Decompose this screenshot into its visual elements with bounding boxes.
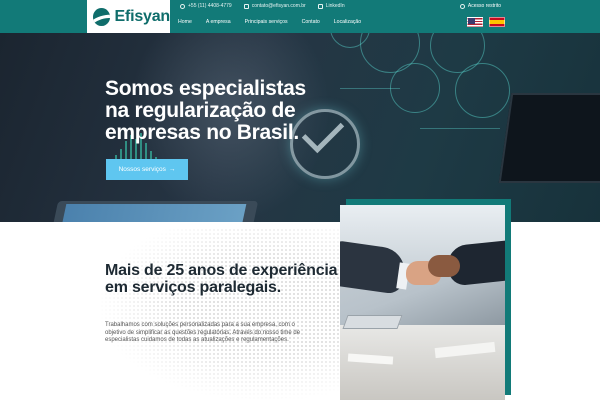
user-icon <box>459 3 465 9</box>
mail-icon <box>243 3 249 9</box>
hero-title: Somos especialistas na regularização de … <box>105 77 306 144</box>
email-link[interactable]: contato@efisyan.com.br <box>243 3 306 9</box>
phone-icon <box>180 3 185 9</box>
handshake-photo <box>340 205 505 400</box>
laptop-image <box>498 93 600 183</box>
tech-line <box>340 88 400 89</box>
linkedin-link[interactable]: LinkedIn <box>317 3 345 9</box>
phone-number: +55 (11) 4408-4779 <box>188 3 232 9</box>
email-address: contato@efisyan.com.br <box>251 3 306 9</box>
our-services-button[interactable]: Nossos serviços → <box>106 159 188 180</box>
spain-flag-icon[interactable] <box>489 17 505 27</box>
about-title: Mais de 25 anos de experiência em serviç… <box>105 262 338 296</box>
linkedin-icon <box>317 3 323 9</box>
main-nav: Home A empresa Principais serviços Conta… <box>178 19 361 25</box>
chart-ring-icon <box>455 63 510 118</box>
logo-mark-icon <box>93 7 111 26</box>
our-services-label: Nossos serviços <box>118 166 166 173</box>
nav-item-home[interactable]: Home <box>178 19 192 25</box>
nav-item-contact[interactable]: Contato <box>302 19 320 25</box>
site-header: Efisyan +55 (11) 4408-4779 contato@efisy… <box>0 0 600 33</box>
language-switcher <box>467 17 505 27</box>
tablet-screen <box>61 204 247 222</box>
restricted-access-label: Acesso restrito <box>467 3 501 9</box>
nav-item-location[interactable]: Localização <box>334 19 361 25</box>
logo-text: Efisyan <box>114 7 170 25</box>
tech-line <box>420 128 500 129</box>
nav-item-services[interactable]: Principais serviços <box>245 19 288 25</box>
us-flag-icon[interactable] <box>467 17 483 27</box>
arrow-right-icon: → <box>168 166 176 173</box>
restricted-access-link[interactable]: Acesso restrito <box>459 3 501 9</box>
phone-link[interactable]: +55 (11) 4408-4779 <box>180 3 232 9</box>
linkedin-label: LinkedIn <box>325 3 345 9</box>
contact-bar: +55 (11) 4408-4779 contato@efisyan.com.b… <box>180 3 345 9</box>
logo[interactable]: Efisyan <box>87 0 170 33</box>
about-text: Trabalhamos com soluções personalizadas … <box>105 322 301 343</box>
nav-item-about[interactable]: A empresa <box>206 19 231 25</box>
